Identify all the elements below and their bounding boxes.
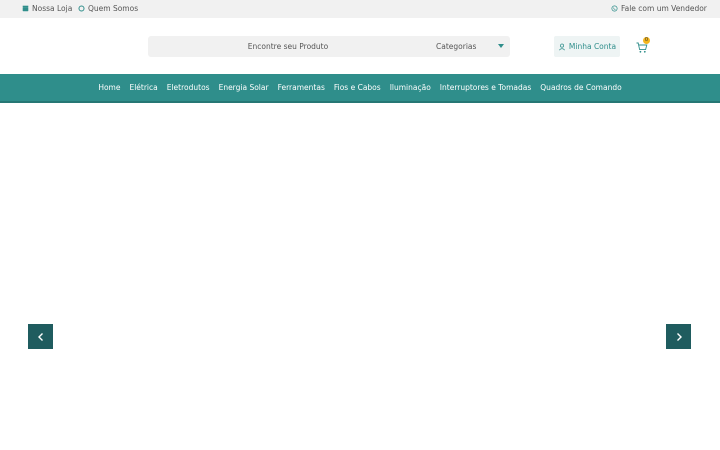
nav-item-ferramentas[interactable]: Ferramentas: [278, 83, 325, 92]
talk-to-seller-label: Fale com um Vendedor: [621, 4, 707, 13]
my-account-button[interactable]: Minha Conta: [554, 36, 620, 57]
nav-item-iluminacao[interactable]: Iluminação: [390, 83, 431, 92]
header: Categorias Minha Conta 0: [0, 18, 720, 74]
nav-item-quadros-de-comando[interactable]: Quadros de Comando: [540, 83, 621, 92]
nav-item-eletrica[interactable]: Elétrica: [129, 83, 157, 92]
chevron-right-icon: [674, 332, 684, 342]
our-store-link[interactable]: Nossa Loja: [21, 4, 72, 13]
whatsapp-icon: [610, 5, 618, 13]
category-select-value: Categorias: [436, 42, 477, 51]
store-icon: [21, 5, 29, 13]
search-bar: Categorias: [148, 36, 510, 57]
nav-item-home[interactable]: Home: [98, 83, 120, 92]
slider-prev-button[interactable]: [28, 324, 53, 349]
hero-slider: [0, 104, 720, 450]
user-icon: [558, 43, 566, 51]
about-us-label: Quem Somos: [88, 4, 139, 13]
nav-item-eletrodutos[interactable]: Eletrodutos: [167, 83, 210, 92]
chevron-left-icon: [36, 332, 46, 342]
about-us-link[interactable]: Quem Somos: [77, 4, 138, 13]
nav-item-interruptores-e-tomadas[interactable]: Interruptores e Tomadas: [440, 83, 531, 92]
slider-next-button[interactable]: [666, 324, 691, 349]
cart-button[interactable]: 0: [636, 37, 652, 54]
category-nav: Home Elétrica Eletrodutos Energia Solar …: [0, 74, 720, 103]
our-store-label: Nossa Loja: [32, 4, 73, 13]
search-input[interactable]: [148, 36, 428, 57]
talk-to-seller-link[interactable]: Fale com um Vendedor: [610, 4, 707, 13]
circle-icon: [77, 5, 85, 13]
nav-item-energia-solar[interactable]: Energia Solar: [219, 83, 269, 92]
cart-count-badge: 0: [643, 37, 650, 44]
top-bar: Nossa Loja Quem Somos Fale com um Vended…: [0, 0, 720, 18]
my-account-label: Minha Conta: [568, 42, 617, 51]
category-select[interactable]: Categorias: [428, 36, 510, 57]
caret-down-icon: [498, 44, 504, 48]
nav-item-fios-e-cabos[interactable]: Fios e Cabos: [334, 83, 381, 92]
